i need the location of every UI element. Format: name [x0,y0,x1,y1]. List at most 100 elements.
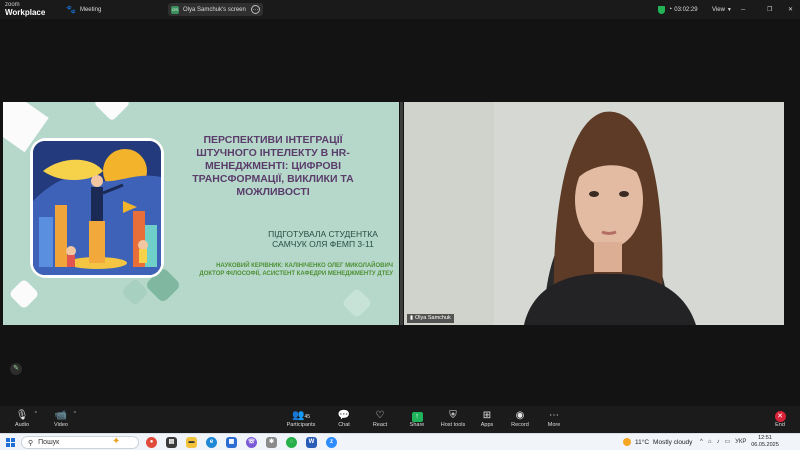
participant-name: Olya Samchuk [415,315,451,321]
meeting-tab[interactable]: 🐾 Meeting [66,4,101,15]
host-tools-label: Host tools [440,422,466,428]
react-label: React [372,422,388,428]
store-icon[interactable]: ▦ [226,437,237,448]
more-button[interactable]: ⋯ More [537,409,571,428]
supervisor-line-1: НАУКОВИЙ КЕРІВНИК: КАЛІНІЧЕНКО ОЛЕГ МИКО… [216,263,393,269]
chat-bubble-icon: 💬 [337,410,351,421]
chat-button[interactable]: 💬 Chat [327,409,361,428]
video-button[interactable]: 📹 Video ^ [44,409,78,428]
title-bar: zoom Workplace 🐾 Meeting OS Olya Samchuk… [0,0,800,19]
weather-widget[interactable]: 11°C Mostly cloudy [623,438,692,446]
react-button[interactable]: ♡ React [363,409,397,428]
task-view-icon[interactable]: ▤ [166,437,177,448]
network-icon[interactable]: ⌂ [708,439,712,445]
ai-illustration [33,141,161,275]
prepared-line-2: САМЧУК ОЛЯ ФЕМП 3-11 [272,239,374,249]
split-divider[interactable] [400,102,403,325]
meeting-timer: 03:02:29 [674,6,698,13]
slide-deco-bottom-diamond [8,278,40,310]
record-label: Record [511,422,529,428]
close-icon: ✕ [788,7,794,13]
whatsapp-icon[interactable]: ◌ [286,437,297,448]
system-tray[interactable]: ^ ⌂ ♪ ▭ УКР [700,438,746,446]
audio-label: Audio [14,422,30,428]
clock-icon: ◔ [668,6,673,13]
businessman-illustration-icon [33,141,161,275]
reaction-feedback-button[interactable]: ✎ [10,363,22,375]
prepared-line-1: ПІДГОТУВАЛА СТУДЕНТКА [268,229,378,239]
chevron-up-icon[interactable]: ^ [700,439,703,445]
share-screen-icon: ↑ [411,412,423,422]
supervisor-line-2: ДОКТОР ФІЛОСОФІЇ, АСИСТЕНТ КАФЕДРИ МЕНЕД… [199,271,393,277]
copilot-sparkle-icon[interactable]: ✦ [112,436,120,448]
clock-date: 06.05.2025 [751,442,779,448]
maximize-button[interactable]: ❐ [767,4,772,15]
volume-icon[interactable]: ♪ [716,439,719,445]
audio-caret-icon[interactable]: ^ [35,411,37,417]
shield-icon [658,5,665,14]
search-placeholder: Пошук [38,439,60,446]
file-explorer-icon[interactable]: ▬ [186,437,197,448]
app-icon-generic[interactable]: ✱ [266,437,277,448]
windows-start-icon[interactable] [6,438,15,447]
end-call-icon: ✕ [774,411,786,422]
apps-icon: ⊞ [482,410,492,421]
chrome-icon[interactable]: ● [146,437,157,448]
weather-temperature: 11°C [635,438,650,446]
pencil-icon: ✎ [13,365,19,372]
minimize-button[interactable]: ─ [741,4,745,15]
participant-video[interactable]: ▮ Olya Samchuk [404,102,784,325]
audio-button[interactable]: 🎙 Audio ^ [5,409,39,428]
view-label: View [712,6,725,13]
paw-icon: 🐾 [66,5,76,14]
view-menu[interactable]: View ▼ [712,4,732,15]
viber-icon[interactable]: ☏ [246,437,257,448]
apps-label: Apps [480,422,494,428]
taskbar-clock[interactable]: 12:51 06.05.2025 [748,435,782,449]
screen-share-pill[interactable]: OS Olya Samchuk's screen … [168,3,263,16]
maximize-icon: ❐ [767,7,773,13]
weather-sun-icon [623,438,631,446]
prepared-by: ПІДГОТУВАЛА СТУДЕНТКА САМЧУК ОЛЯ ФЕМП 3-… [253,229,393,249]
shield-icon: ⛨ [449,410,457,421]
video-caret-icon[interactable]: ^ [74,411,76,417]
participant-name-tag: ▮ Olya Samchuk [407,314,454,323]
clock-time: 12:51 [758,435,772,441]
meeting-info[interactable] [658,4,665,15]
zoom-taskbar-icon[interactable]: z [326,437,337,448]
share-label: Olya Samchuk's screen [183,6,246,13]
video-label: Video [54,422,68,428]
word-icon[interactable]: W [306,437,317,448]
person-video-icon [404,102,784,325]
share-button[interactable]: ↑ Share [400,409,434,428]
participants-count: 45 [304,414,310,420]
more-icon: ⋯ [549,410,559,421]
record-button[interactable]: ◉ Record [503,409,537,428]
close-button[interactable]: ✕ [788,4,793,15]
battery-icon[interactable]: ▭ [724,438,730,445]
meeting-toolbar: 🎙 Audio ^ 📹 Video ^ 👥45 Participants 💬 C… [0,406,800,433]
edge-icon[interactable]: e [206,437,217,448]
meeting-label: Meeting [79,6,102,13]
participants-icon: 👥45 [291,410,310,421]
slide-deco-top-diamond [93,102,131,122]
host-tools-button[interactable]: ⛨ Host tools [436,409,470,428]
slide-deco-small-diamond [120,277,150,307]
end-label: End [775,422,785,428]
participants-button[interactable]: 👥45 Participants [281,409,321,428]
taskbar-search-box[interactable]: ⚲ Пошук [21,436,139,449]
apps-button[interactable]: ⊞ Apps [470,409,504,428]
heart-icon: ♡ [375,410,385,421]
zoom-logo: zoom Workplace [5,1,45,17]
share-label-toolbar: Share [409,422,425,428]
weather-description: Mostly cloudy [653,438,693,446]
shared-slide: ПЕРСПЕКТИВИ ІНТЕГРАЦІЇ ШТУЧНОГО ІНТЕЛЕКТ… [3,102,399,325]
more-options-icon[interactable]: … [251,5,260,14]
chevron-down-icon: ▼ [726,6,732,13]
search-icon: ⚲ [28,439,34,447]
end-button[interactable]: ✕ End [763,409,797,428]
chat-label: Chat [338,422,350,428]
slide-deco-right-diamond [341,287,373,319]
language-indicator[interactable]: УКР [735,439,746,445]
windows-taskbar: ⚲ Пошук ✦ ● ▤ ▬ e ▦ ☏ ✱ ◌ W z 11°C Mostl… [0,433,800,450]
